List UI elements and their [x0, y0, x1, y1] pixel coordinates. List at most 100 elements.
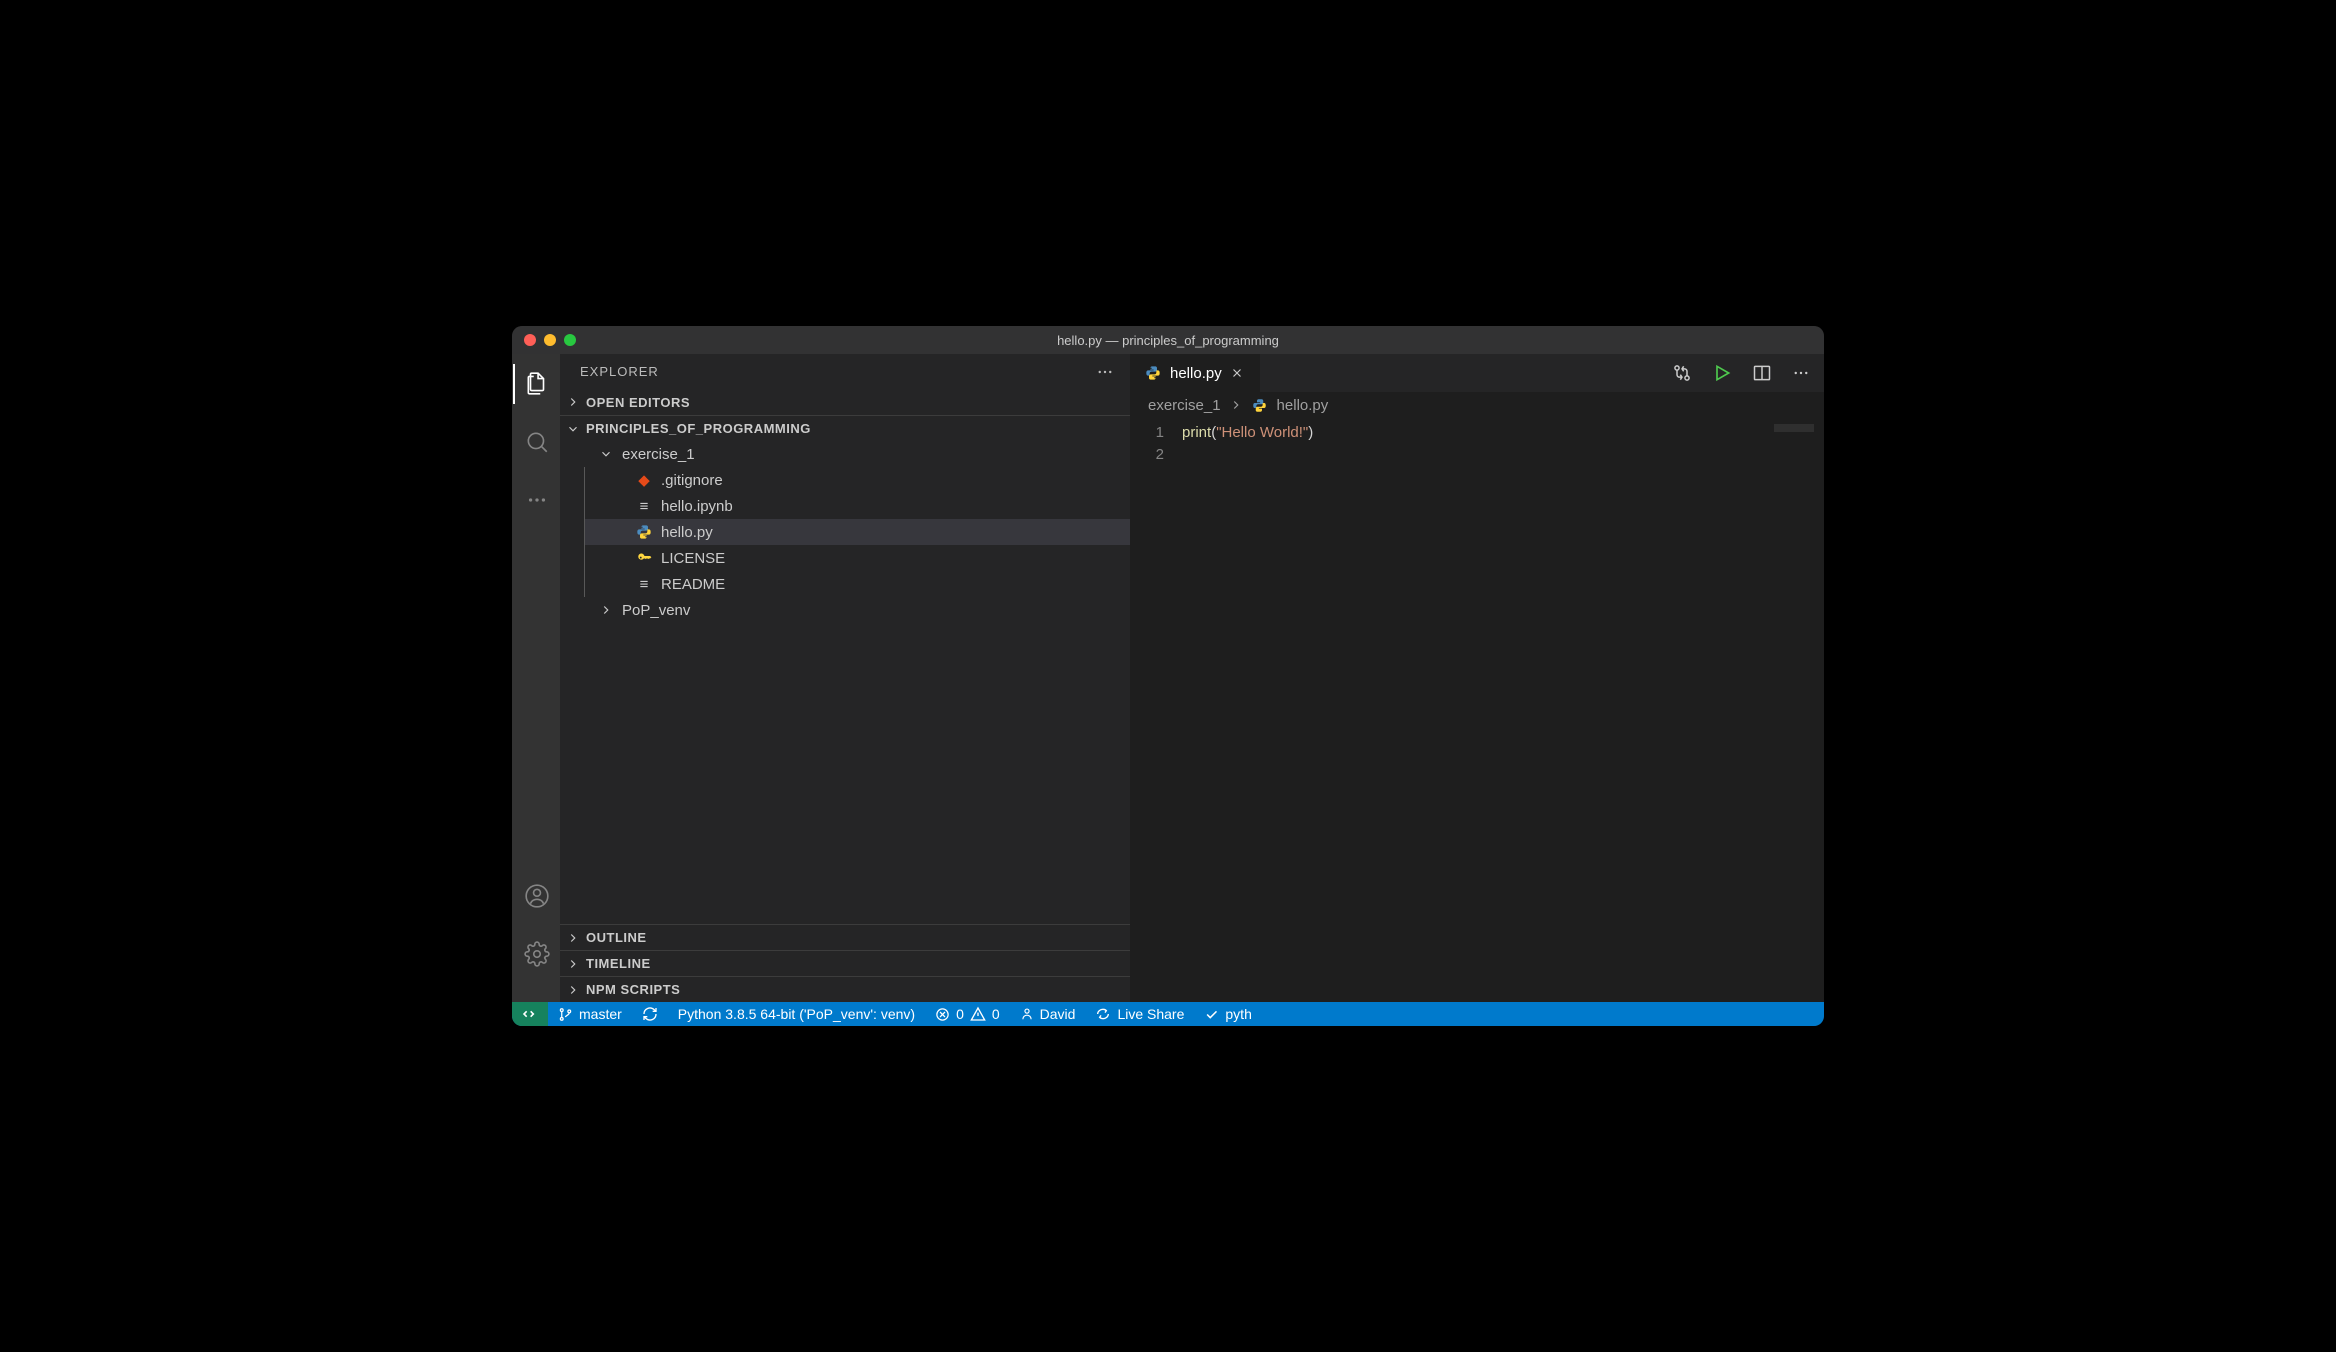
chevron-down-icon [566, 422, 580, 436]
token-punct: ) [1308, 424, 1313, 441]
error-count: 0 [956, 1006, 964, 1022]
language-label: pyth [1225, 1006, 1251, 1022]
breadcrumb[interactable]: exercise_1 hello.py [1130, 392, 1824, 418]
close-tab-button[interactable] [1230, 366, 1248, 380]
editor-actions [1672, 354, 1824, 392]
sidebar: EXPLORER OPEN EDITORS PRINCIPLES_OF_PROG… [560, 354, 1130, 1002]
breadcrumb-file: hello.py [1277, 397, 1329, 414]
timeline-label: TIMELINE [586, 956, 651, 971]
chevron-down-icon [598, 447, 614, 461]
open-editors-label: OPEN EDITORS [586, 395, 690, 410]
sync-icon [642, 1006, 658, 1022]
tree-file-license[interactable]: LICENSE [585, 545, 1130, 571]
search-activity[interactable] [513, 422, 561, 462]
code-content: print("Hello World!") [1182, 422, 1824, 1002]
warning-count: 0 [992, 1006, 1000, 1022]
error-icon [935, 1007, 950, 1022]
git-icon: ◆ [635, 471, 653, 489]
sidebar-more-button[interactable] [1096, 363, 1114, 381]
workspace-section[interactable]: PRINCIPLES_OF_PROGRAMMING [560, 415, 1130, 441]
accounts-activity[interactable] [513, 876, 561, 916]
branch-label: master [579, 1006, 622, 1022]
ellipsis-icon [526, 489, 548, 511]
line-number: 2 [1130, 444, 1164, 466]
user-button[interactable]: David [1010, 1002, 1086, 1026]
tab-label: hello.py [1170, 365, 1222, 382]
sidebar-header: EXPLORER [560, 354, 1130, 389]
npm-scripts-section[interactable]: NPM SCRIPTS [560, 976, 1130, 1002]
timeline-section[interactable]: TIMELINE [560, 950, 1130, 976]
interpreter-label: Python 3.8.5 64-bit ('PoP_venv': venv) [678, 1006, 915, 1022]
zoom-window-button[interactable] [564, 334, 576, 346]
problems-button[interactable]: 0 0 [925, 1002, 1010, 1026]
chevron-right-icon [566, 957, 580, 971]
breadcrumb-folder: exercise_1 [1148, 397, 1221, 414]
workspace-label: PRINCIPLES_OF_PROGRAMMING [586, 421, 811, 436]
liveshare-label: Live Share [1117, 1006, 1184, 1022]
chevron-right-icon [566, 931, 580, 945]
editor-group: hello.py [1130, 354, 1824, 1002]
language-status-button[interactable]: pyth [1194, 1002, 1261, 1026]
token-function: print [1182, 424, 1211, 441]
tree-file-hellopy[interactable]: hello.py [585, 519, 1130, 545]
check-icon [1204, 1007, 1219, 1022]
tree-file-readme[interactable]: ≡ README [585, 571, 1130, 597]
chevron-right-icon [598, 603, 614, 617]
vscode-window: hello.py — principles_of_programming [512, 326, 1824, 1026]
code-editor[interactable]: 1 2 print("Hello World!") [1130, 418, 1824, 1002]
run-button[interactable] [1712, 363, 1732, 383]
line-number: 1 [1130, 422, 1164, 444]
tree-file-ipynb[interactable]: ≡ hello.ipynb [585, 493, 1130, 519]
search-icon [524, 429, 550, 455]
interpreter-button[interactable]: Python 3.8.5 64-bit ('PoP_venv': venv) [668, 1002, 925, 1026]
ellipsis-icon [1792, 364, 1810, 382]
outline-section[interactable]: OUTLINE [560, 924, 1130, 950]
remote-button[interactable] [512, 1002, 548, 1026]
file-label: README [661, 576, 725, 593]
more-activity[interactable] [513, 480, 561, 520]
chevron-right-icon [566, 983, 580, 997]
branch-button[interactable]: master [548, 1002, 632, 1026]
account-icon [524, 883, 550, 909]
titlebar[interactable]: hello.py — principles_of_programming [512, 326, 1824, 354]
text-icon: ≡ [635, 576, 653, 593]
chevron-right-icon [566, 395, 580, 409]
close-window-button[interactable] [524, 334, 536, 346]
tab-hellopy[interactable]: hello.py [1130, 354, 1260, 392]
window-controls [512, 334, 576, 346]
activity-bar [512, 354, 560, 1002]
compare-changes-button[interactable] [1672, 363, 1692, 383]
play-icon [1712, 363, 1732, 383]
file-tree: exercise_1 ◆ .gitignore ≡ hello.ipynb [560, 441, 1130, 924]
file-label: hello.ipynb [661, 498, 733, 515]
python-icon [635, 524, 653, 540]
tree-folder-exercise1[interactable]: exercise_1 [560, 441, 1130, 467]
folder-label: exercise_1 [622, 446, 695, 463]
person-icon [1020, 1007, 1034, 1021]
file-label: hello.py [661, 524, 713, 541]
tree-file-gitignore[interactable]: ◆ .gitignore [585, 467, 1130, 493]
settings-activity[interactable] [513, 934, 561, 974]
liveshare-icon [1095, 1006, 1111, 1022]
open-editors-section[interactable]: OPEN EDITORS [560, 389, 1130, 415]
file-label: LICENSE [661, 550, 725, 567]
token-string: "Hello World!" [1216, 424, 1308, 441]
more-editor-button[interactable] [1792, 364, 1810, 382]
sidebar-title: EXPLORER [580, 364, 659, 379]
tree-folder-popvenv[interactable]: PoP_venv [560, 597, 1130, 623]
line-gutter: 1 2 [1130, 422, 1182, 1002]
split-editor-button[interactable] [1752, 363, 1772, 383]
user-label: David [1040, 1006, 1076, 1022]
split-icon [1752, 363, 1772, 383]
files-icon [524, 371, 550, 397]
remote-icon [522, 1006, 538, 1022]
python-icon [1251, 398, 1269, 413]
minimap[interactable] [1774, 424, 1814, 432]
liveshare-button[interactable]: Live Share [1085, 1002, 1194, 1026]
window-title: hello.py — principles_of_programming [512, 333, 1824, 348]
outline-label: OUTLINE [586, 930, 647, 945]
sync-button[interactable] [632, 1002, 668, 1026]
explorer-activity[interactable] [513, 364, 561, 404]
minimize-window-button[interactable] [544, 334, 556, 346]
git-compare-icon [1672, 363, 1692, 383]
